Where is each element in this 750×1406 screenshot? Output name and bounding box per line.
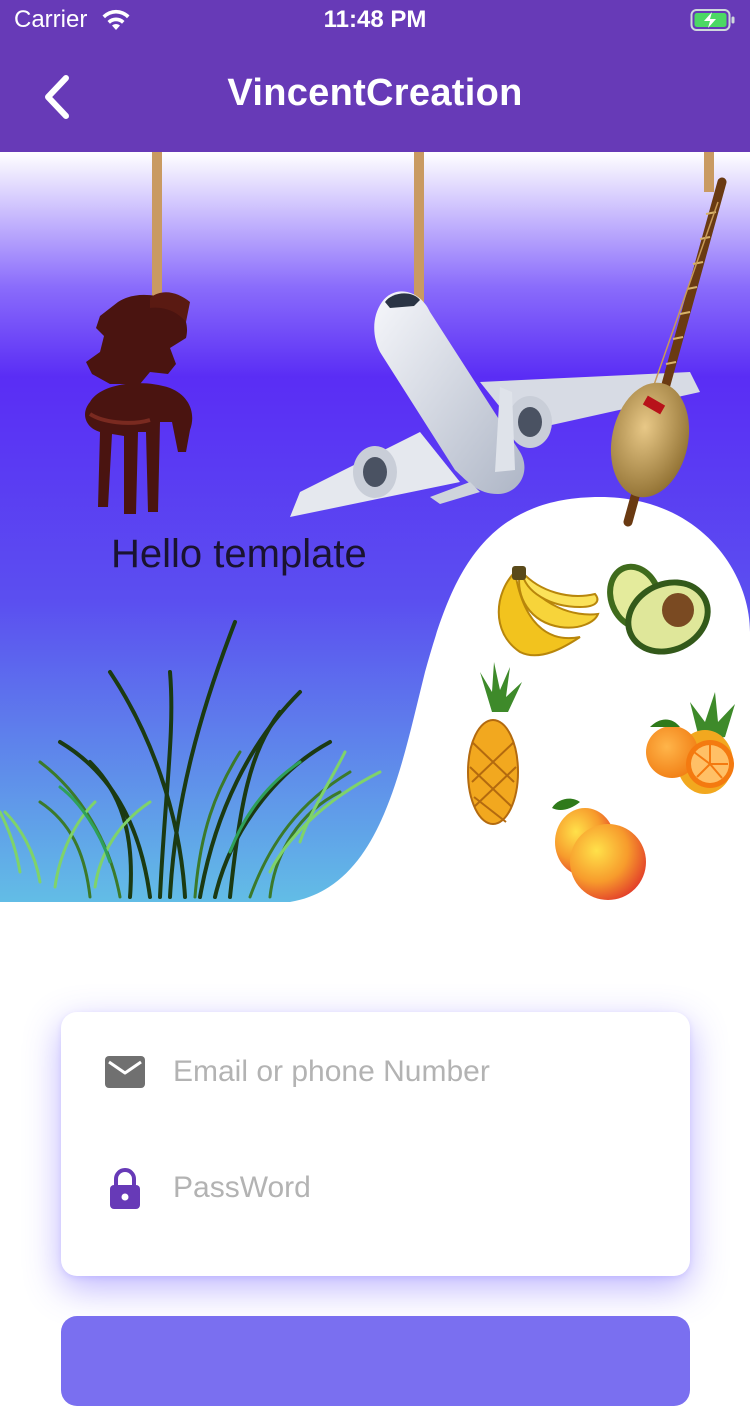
hero-heading: Hello template bbox=[111, 532, 367, 576]
password-field-row bbox=[61, 1148, 690, 1228]
hero-banner: Hello template bbox=[0, 152, 750, 902]
hero-illustration bbox=[0, 152, 750, 902]
lock-icon bbox=[110, 1168, 140, 1209]
mail-icon bbox=[105, 1056, 145, 1088]
email-field-row bbox=[61, 1032, 690, 1112]
status-time: 11:48 PM bbox=[323, 6, 427, 33]
email-input[interactable] bbox=[173, 1046, 653, 1098]
battery-charging-icon bbox=[690, 9, 735, 31]
password-input[interactable] bbox=[173, 1162, 653, 1214]
page-title: VincentCreation bbox=[227, 72, 523, 114]
login-card bbox=[61, 1012, 690, 1276]
login-button[interactable] bbox=[61, 1316, 690, 1406]
app-bar: Carrier 11:48 PM VincentCreation bbox=[0, 0, 750, 152]
status-bar: Carrier 11:48 PM bbox=[0, 0, 750, 40]
